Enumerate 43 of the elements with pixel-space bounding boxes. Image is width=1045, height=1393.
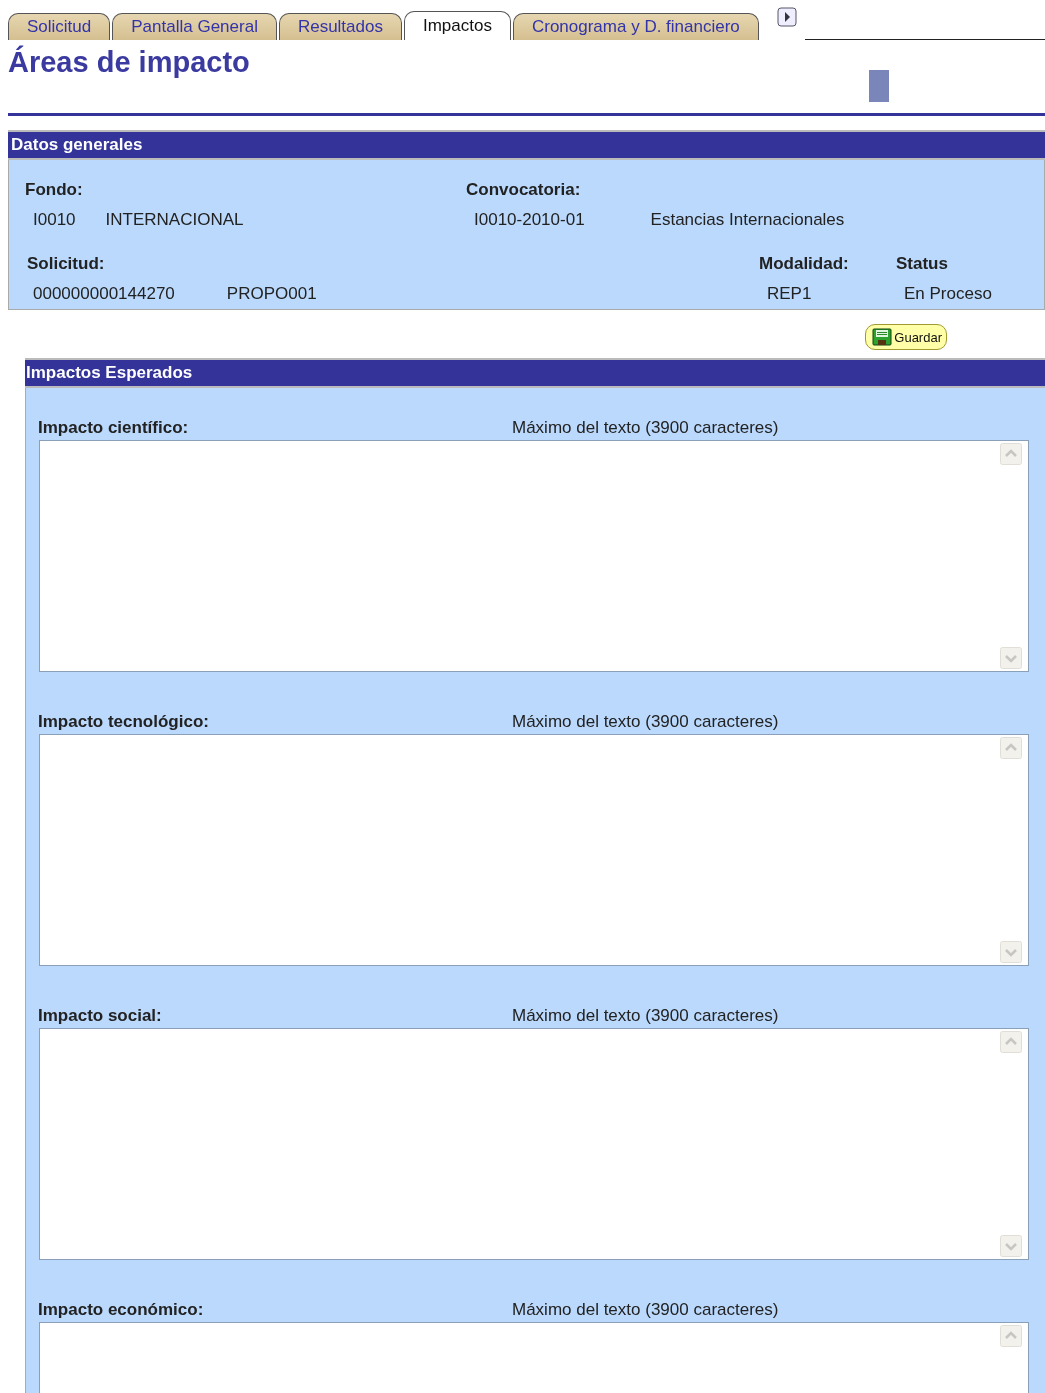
field-label: Solicitud:	[27, 254, 105, 273]
scroll-down-icon[interactable]	[1000, 647, 1022, 669]
scroll-up-icon[interactable]	[1000, 737, 1022, 759]
field-label: Impacto social:	[38, 1006, 163, 1026]
field-value: PROPO001	[226, 284, 317, 305]
text-area[interactable]	[39, 1028, 1029, 1260]
scroll-up-icon[interactable]	[1000, 443, 1022, 465]
field-hint: Máximo del texto (3900 caracteres)	[512, 1006, 780, 1026]
save-button[interactable]: Guardar	[865, 324, 947, 350]
field-value: INTERNACIONAL	[105, 210, 244, 231]
scroll-down-icon[interactable]	[1000, 1235, 1022, 1257]
scroll-up-icon[interactable]	[1000, 1031, 1022, 1053]
tab[interactable]: Cronograma y D. financiero	[512, 13, 759, 40]
text-area[interactable]	[39, 734, 1029, 966]
field-value: 000000000144270	[33, 284, 175, 305]
field-label: Impacto tecnológico:	[38, 712, 210, 732]
field-hint: Máximo del texto (3900 caracteres)	[512, 1300, 780, 1320]
tab[interactable]: Solicitud	[8, 13, 111, 40]
tab[interactable]: Resultados	[278, 13, 402, 40]
scroll-up-icon[interactable]	[1000, 1325, 1022, 1347]
field-value: I0010-2010-01	[474, 210, 585, 231]
field-hint: Máximo del texto (3900 caracteres)	[512, 418, 780, 438]
tab[interactable]: Impactos	[403, 11, 511, 40]
field-value: En Proceso	[904, 284, 992, 305]
field-value: I0010	[33, 210, 76, 231]
field-value: Estancias Internacionales	[650, 210, 845, 231]
text-area[interactable]	[39, 440, 1029, 672]
field-label: Impacto económico:	[38, 1300, 205, 1320]
page-title: Áreas de impacto	[8, 46, 250, 79]
field-label: Convocatoria:	[466, 180, 581, 199]
next-tab-icon[interactable]	[776, 7, 797, 27]
field-value: REP1	[767, 284, 812, 305]
field-label: Modalidad:	[759, 254, 849, 273]
scroll-down-icon[interactable]	[1000, 941, 1022, 963]
field-label: Impacto científico:	[38, 418, 190, 438]
tab[interactable]: Pantalla General	[112, 13, 277, 40]
field-label: Fondo:	[25, 180, 83, 199]
section-header: Datos generales	[8, 130, 1045, 160]
text-area[interactable]	[39, 1322, 1029, 1393]
field-label: Status	[896, 254, 948, 273]
status-block	[869, 70, 889, 102]
field-hint: Máximo del texto (3900 caracteres)	[512, 712, 780, 732]
section-header: Impactos Esperados	[25, 358, 1045, 388]
